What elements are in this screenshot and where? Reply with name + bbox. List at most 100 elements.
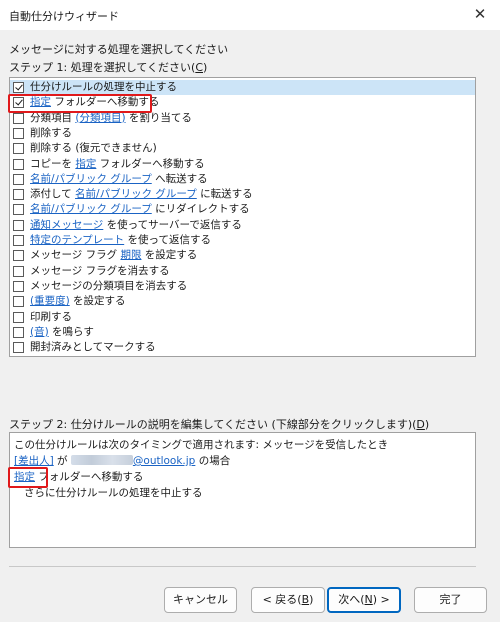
action-row[interactable]: 分類項目 (分類項目) を割り当てる [10,111,475,126]
action-checkbox[interactable] [13,250,24,262]
action-row[interactable]: 開封済みとしてマークする [10,340,475,355]
action-link[interactable]: 名前/パブリック グループ [30,203,152,215]
action-row[interactable]: 名前/パブリック グループ にリダイレクトする [10,202,475,217]
action-label: 指定 フォルダーへ移動する [30,95,159,110]
action-text: フォルダーへ移動する [51,96,160,109]
action-checkbox[interactable] [13,189,24,201]
action-checkbox[interactable] [13,296,24,308]
redacted-email-user [70,455,133,465]
action-label: 特定のテンプレート を使って返信する [30,233,211,248]
action-row[interactable]: コピーを 指定 フォルダーへ移動する [10,157,475,172]
action-text: コピーを [30,157,76,170]
action-link[interactable]: 名前/パブリック グループ [30,173,152,185]
action-link[interactable]: 指定 [75,158,96,170]
action-text: メッセージ フラグ [30,249,121,262]
action-link[interactable]: (音) [30,326,49,338]
action-label: 分類項目 (分類項目) を割り当てる [30,111,192,126]
action-text: を鳴らす [48,325,94,338]
sender-link[interactable]: [差出人] [14,455,54,467]
action-label: 削除する (復元できません) [30,141,157,156]
action-row[interactable]: 削除する (復元できません) [10,141,475,156]
next-button[interactable]: 次へ(N) > [327,587,401,613]
action-text: へ転送する [151,172,208,185]
rule-description-box: この仕分けルールは次のタイミングで適用されます: メッセージを受信したとき [差… [9,432,476,548]
cancel-button[interactable]: キャンセル [164,587,237,613]
step2-label: ステップ 2: 仕分けルールの説明を編集してください (下線部分をクリックします… [9,418,430,431]
action-row[interactable]: メッセージの分類項目を消去する [10,279,475,294]
title-bar: 自動仕分けウィザード ✕ [0,0,500,30]
action-checkbox[interactable] [13,143,24,155]
action-text: メッセージ フラグを消去する [30,264,170,277]
action-link[interactable]: (分類項目) [75,112,125,124]
action-label: コピーを 指定 フォルダーへ移動する [30,157,205,172]
description-line-sender: [差出人] が @outlook.jp の場合 [14,455,231,467]
action-row[interactable]: 通知メッセージ を使ってサーバーで返信する [10,218,475,233]
close-icon[interactable]: ✕ [470,4,490,24]
action-row[interactable]: メッセージ フラグを消去する [10,264,475,279]
action-checkbox[interactable] [13,219,24,231]
action-checkbox[interactable] [13,204,24,216]
action-checkbox[interactable] [13,158,24,170]
action-link[interactable]: 名前/パブリック グループ [75,188,197,200]
action-listbox[interactable]: 仕分けルールの処理を中止する 指定 フォルダーへ移動する 分類項目 (分類項目) を… [9,77,476,357]
action-checkbox[interactable] [13,97,24,109]
back-button[interactable]: < 戻る(B) [251,587,325,613]
action-text: フォルダーへ移動する [96,157,205,170]
action-text: に転送する [196,188,253,201]
action-row[interactable]: (音) を鳴らす [10,325,475,340]
action-link[interactable]: 期限 [120,249,141,261]
action-text: を使って返信する [124,234,211,246]
action-label: メッセージの分類項目を消去する [30,279,187,294]
action-label: 名前/パブリック グループ にリダイレクトする [30,202,250,217]
window-title: 自動仕分けウィザード [9,10,119,23]
prompt-text: メッセージに対する処理を選択してください [9,43,229,56]
description-line-stop: さらに仕分けルールの処理を中止する [24,487,203,499]
action-label: 添付して 名前/パブリック グループ に転送する [30,187,253,202]
sender-email-link[interactable]: @outlook.jp [70,455,195,467]
action-link[interactable]: 特定のテンプレート [30,234,124,246]
action-checkbox[interactable] [13,112,24,124]
action-checkbox[interactable] [13,326,24,338]
action-row[interactable]: 特定のテンプレート を使って返信する [10,233,475,248]
action-label: (音) を鳴らす [30,325,94,340]
action-label: 印刷する [30,310,72,325]
action-text: を割り当てる [125,111,192,124]
action-text: 削除する [30,126,72,139]
action-checkbox[interactable] [13,82,24,93]
action-row[interactable]: 名前/パブリック グループ へ転送する [10,172,475,187]
action-checkbox[interactable] [13,280,24,292]
action-text: にリダイレクトする [151,203,250,216]
description-line-move: 指定 フォルダーへ移動する [14,471,144,483]
action-checkbox[interactable] [13,235,24,246]
action-row[interactable]: 添付して 名前/パブリック グループ に転送する [10,187,475,202]
action-text: 開封済みとしてマークする [30,341,156,354]
step1-label: ステップ 1: 処理を選択してください(C) [9,61,208,74]
action-link[interactable]: 通知メッセージ [30,219,103,231]
action-row[interactable]: 削除する [10,126,475,141]
action-row[interactable]: (重要度) を設定する [10,294,475,309]
finish-button[interactable]: 完了 [414,587,487,613]
action-checkbox[interactable] [13,173,24,185]
action-label: メッセージ フラグ 期限 を設定する [30,248,197,263]
action-checkbox[interactable] [13,342,24,354]
action-text: を設定する [69,295,126,308]
action-link[interactable]: 指定 [30,96,51,108]
action-text: 削除する (復元できません) [30,142,157,155]
action-text: 印刷する [30,310,72,323]
action-row[interactable]: 仕分けルールの処理を中止する [10,80,475,95]
action-checkbox[interactable] [13,127,24,139]
folder-link[interactable]: 指定 [14,471,35,483]
action-label: 通知メッセージ を使ってサーバーで返信する [30,218,242,233]
action-row[interactable]: 指定 フォルダーへ移動する [10,95,475,110]
action-checkbox[interactable] [13,265,24,277]
action-label: 開封済みとしてマークする [30,340,156,355]
action-text: 添付して [30,188,76,201]
description-line-trigger: この仕分けルールは次のタイミングで適用されます: メッセージを受信したとき [14,439,389,451]
action-link[interactable]: (重要度) [30,295,70,307]
action-label: 名前/パブリック グループ へ転送する [30,172,208,187]
action-text: 分類項目 [30,111,76,124]
action-row[interactable]: メッセージ フラグ 期限 を設定する [10,248,475,263]
action-row[interactable]: 印刷する [10,310,475,325]
action-checkbox[interactable] [13,311,24,323]
action-text: メッセージの分類項目を消去する [30,279,188,292]
